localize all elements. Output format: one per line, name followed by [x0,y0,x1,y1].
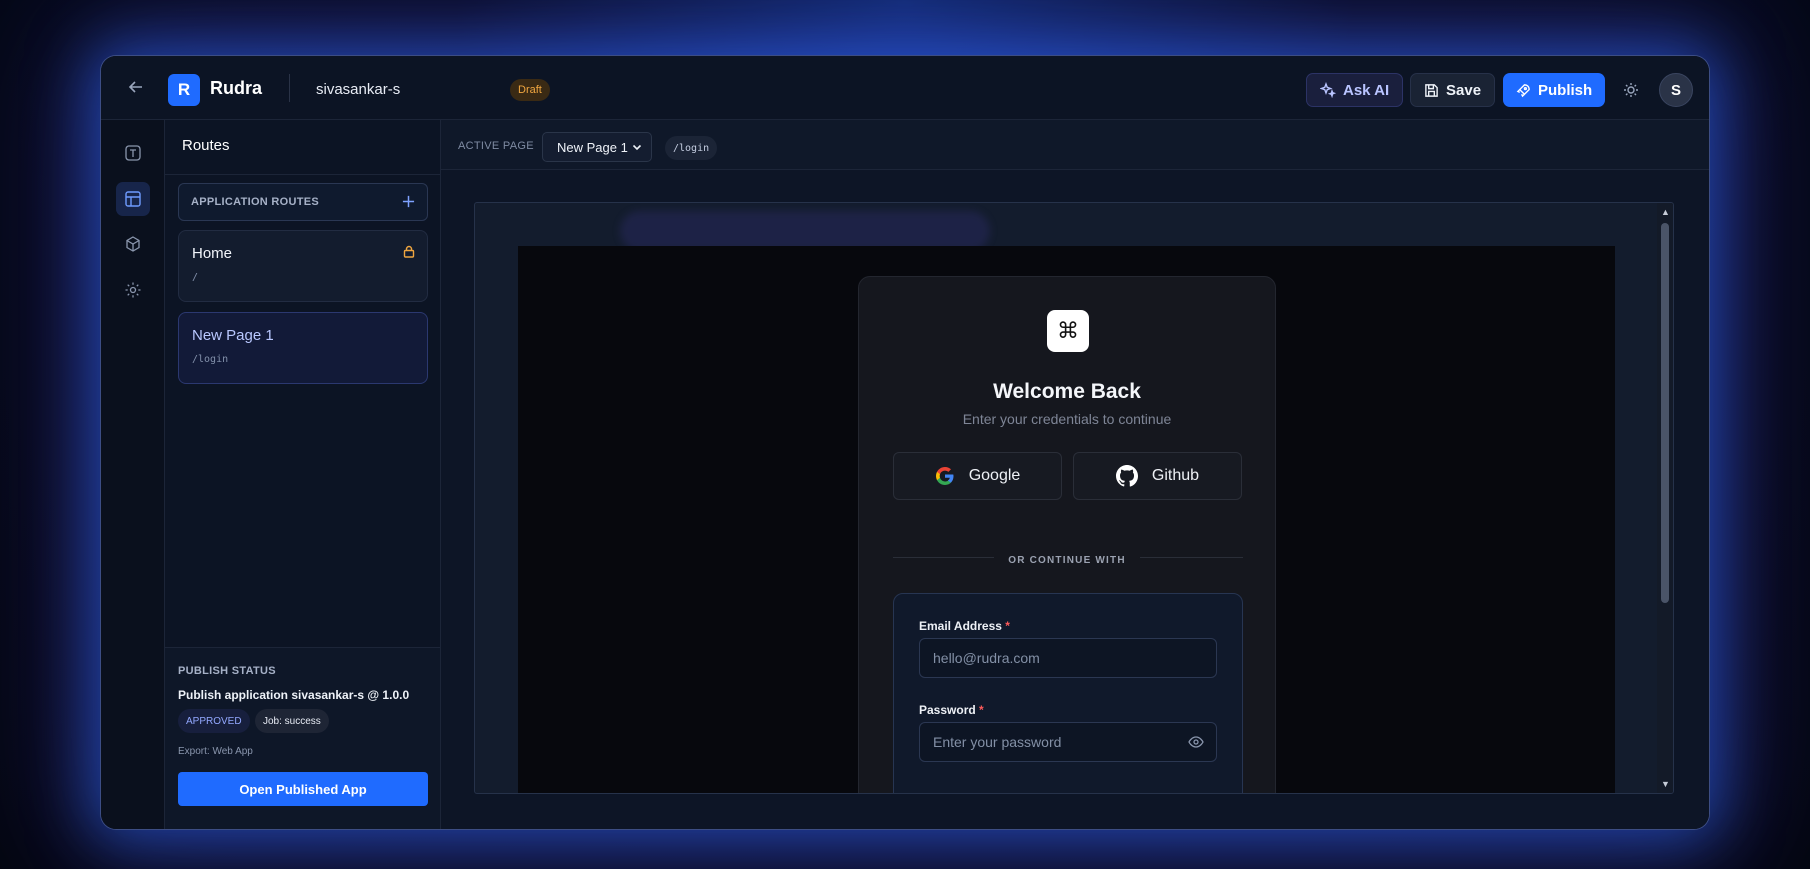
editor-canvas: ⌘ Welcome Back Enter your credentials to… [441,170,1709,829]
avatar[interactable]: S [1659,73,1693,107]
save-button[interactable]: Save [1410,73,1496,107]
active-page-label: ACTIVE PAGE [458,140,534,152]
scroll-thumb[interactable] [1661,223,1669,603]
login-title: Welcome Back [993,380,1141,403]
gear-icon [125,282,141,298]
route-path: / [192,272,199,283]
login-card: ⌘ Welcome Back Enter your credentials to… [858,276,1276,793]
divider-text: OR CONTINUE WITH [859,550,1275,568]
export-type: Export: Web App [178,746,253,757]
status-badge: Draft [510,79,550,101]
application-routes-header: APPLICATION ROUTES [178,183,428,221]
rocket-icon [1516,83,1530,97]
active-page-value: New Page 1 [557,139,628,155]
email-label: Email Address * [919,619,1010,633]
text-icon [125,145,141,161]
required-mark: * [979,703,984,717]
ask-ai-label: Ask AI [1343,81,1390,99]
divider-label: OR CONTINUE WITH [994,555,1140,566]
password-label: Password * [919,703,984,717]
login-subtitle: Enter your credentials to continue [962,411,1172,427]
layout-icon [125,191,141,207]
publish-status-description: Publish application sivasankar-s @ 1.0.0 [178,688,410,702]
github-icon [1115,465,1138,487]
preview-scrollbar[interactable]: ▲ ▼ [1657,203,1673,793]
routes-title: Routes [182,137,230,154]
sparkles-icon [1320,82,1336,98]
lock-icon [403,245,415,263]
chevron-down-icon [632,144,642,151]
active-page-bar: ACTIVE PAGE New Page 1 /login [441,120,1709,170]
rail-item-components[interactable] [116,227,150,261]
ask-ai-button[interactable]: Ask AI [1306,73,1404,107]
add-route-button[interactable] [402,192,415,213]
github-login-button[interactable]: Github [1073,452,1242,500]
plus-icon [402,195,415,207]
route-name: Home [192,245,233,262]
publish-button[interactable]: Publish [1503,73,1606,107]
google-label: Google [968,467,1021,484]
decorative-glow [620,211,990,251]
top-header: R Rudra sivasankar-s Draft Ask AI Save P… [101,56,1709,120]
active-page-path: /login [665,136,718,160]
google-icon [935,467,954,485]
route-item-new-page-1[interactable]: New Page 1 /login [178,312,428,384]
required-mark: * [1005,619,1010,633]
application-routes-label: APPLICATION ROUTES [191,196,320,208]
app-window: R Rudra sivasankar-s Draft Ask AI Save P… [100,55,1710,830]
command-icon: ⌘ [1047,310,1089,352]
scroll-up-icon[interactable]: ▲ [1661,207,1670,217]
login-form: Email Address * hello@rudra.com Password… [893,593,1243,793]
publish-status-heading: PUBLISH STATUS [178,665,276,677]
save-label: Save [1446,81,1482,99]
route-item-home[interactable]: Home / [178,230,428,302]
rail-item-text[interactable] [116,136,150,170]
active-page-select[interactable]: New Page 1 [542,132,652,162]
github-label: Github [1151,467,1200,484]
email-label-text: Email Address [919,619,1002,633]
route-path: /login [192,354,229,365]
rail-item-settings[interactable] [116,273,150,307]
publish-label: Publish [1538,81,1593,99]
job-status-badge: Job: success [255,709,329,733]
theme-toggle[interactable] [1621,80,1641,100]
eye-icon [1188,736,1204,748]
save-icon [1425,83,1438,97]
back-button[interactable] [123,74,149,100]
routes-panel: Routes APPLICATION ROUTES Home / New Pag… [165,120,441,829]
password-label-text: Password [919,703,976,717]
route-name: New Page 1 [192,327,274,344]
publish-status-panel: PUBLISH STATUS Publish application sivas… [165,647,440,829]
project-name: sivasankar-s [316,81,401,98]
email-placeholder: hello@rudra.com [933,650,1040,666]
preview-frame: ⌘ Welcome Back Enter your credentials to… [474,202,1674,794]
page-preview: ⌘ Welcome Back Enter your credentials to… [518,246,1615,793]
icon-rail [101,120,165,829]
sun-icon [1624,83,1638,97]
scroll-down-icon[interactable]: ▼ [1661,779,1670,789]
password-placeholder: Enter your password [933,734,1062,750]
brand-logo: R [168,74,200,106]
brand-name: Rudra [210,78,263,98]
cube-icon [126,236,140,252]
google-login-button[interactable]: Google [893,452,1062,500]
approved-badge: APPROVED [178,709,250,733]
open-published-app-button[interactable]: Open Published App [178,772,428,806]
header-divider [289,74,290,102]
routes-divider [165,174,440,175]
show-password-toggle[interactable] [1188,735,1204,752]
arrow-left-icon [128,81,142,93]
password-field[interactable]: Enter your password [919,722,1217,762]
email-field[interactable]: hello@rudra.com [919,638,1217,678]
rail-item-layout[interactable] [116,182,150,216]
